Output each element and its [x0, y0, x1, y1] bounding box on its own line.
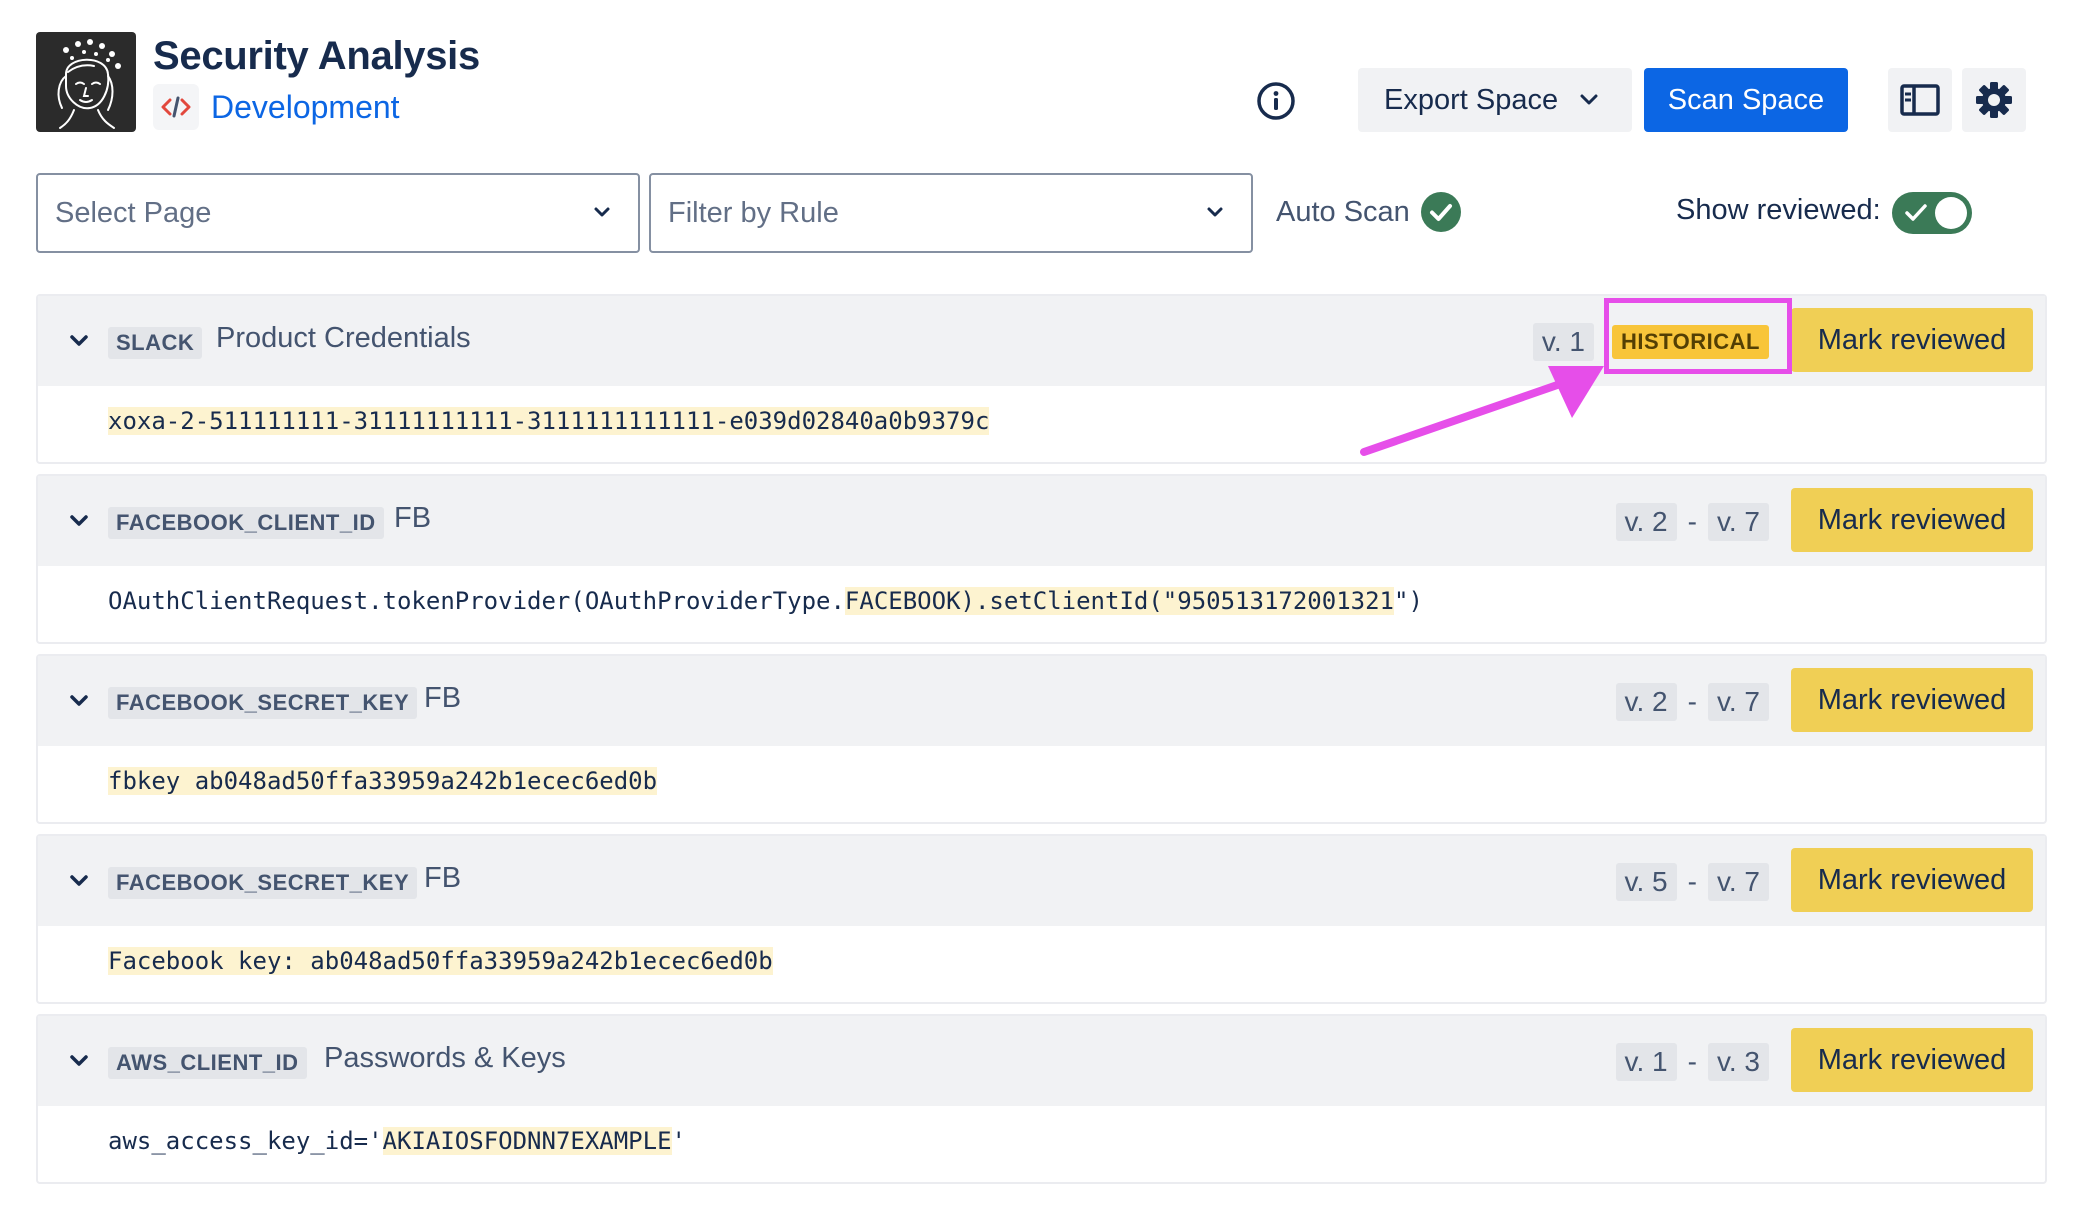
finding-card: FACEBOOK_SECRET_KEY FB v. 5 - v. 7 Mark …: [36, 834, 2047, 1004]
mark-reviewed-button[interactable]: Mark reviewed: [1791, 848, 2033, 912]
chevron-down-icon[interactable]: [64, 1046, 94, 1076]
version-range: v. 5 - v. 7: [1615, 862, 1769, 902]
rule-tag: FACEBOOK_CLIENT_ID: [108, 507, 384, 539]
auto-scan-status: Auto Scan: [1276, 190, 1462, 234]
app-logo: [36, 32, 136, 132]
toggle-knob: [1935, 197, 1967, 229]
code-snippet: OAuthClientRequest.tokenProvider(OAuthPr…: [108, 587, 1423, 615]
version-badge: v. 7: [1707, 503, 1769, 541]
filter-rule-placeholder: Filter by Rule: [668, 196, 839, 229]
version-badge: v. 7: [1707, 863, 1769, 901]
version-separator: -: [1687, 686, 1697, 717]
finding-card: FACEBOOK_SECRET_KEY FB v. 2 - v. 7 Mark …: [36, 654, 2047, 824]
finding-header[interactable]: AWS_CLIENT_ID Passwords & Keys v. 1 - v.…: [38, 1016, 2045, 1106]
highlight-box-annotation: [1604, 298, 1792, 374]
code-suffix: "): [1394, 587, 1423, 615]
code-suffix: ': [671, 1127, 686, 1155]
version-range: v. 2 - v. 7: [1615, 682, 1769, 722]
chevron-down-icon[interactable]: [64, 326, 94, 356]
chevron-down-icon[interactable]: [64, 686, 94, 716]
code-prefix: OAuthClientRequest.tokenProvider(OAuthPr…: [108, 587, 845, 615]
show-reviewed-label: Show reviewed:: [1676, 194, 1881, 226]
select-page-placeholder: Select Page: [55, 196, 212, 229]
secret-value: FACEBOOK).setClientId("950513172001321: [844, 587, 1394, 615]
mark-reviewed-button[interactable]: Mark reviewed: [1791, 488, 2033, 552]
page-title: Security Analysis: [153, 34, 480, 78]
info-icon: [1257, 82, 1295, 120]
chevron-down-icon: [592, 202, 612, 222]
finding-name: FB: [424, 682, 462, 714]
gear-icon: [1976, 82, 2012, 118]
mark-reviewed-button[interactable]: Mark reviewed: [1791, 668, 2033, 732]
chevron-down-icon: [1205, 202, 1225, 222]
chevron-down-icon[interactable]: [64, 866, 94, 896]
check-circle-icon: [1420, 191, 1462, 233]
woman-portrait-logo-icon: [57, 39, 121, 129]
settings-button[interactable]: [1962, 68, 2026, 132]
show-reviewed-toggle[interactable]: [1892, 192, 1972, 234]
version-badge: v. 2: [1615, 683, 1677, 721]
secret-value: AKIAIOSFODNN7EXAMPLE: [382, 1127, 672, 1155]
rule-tag: FACEBOOK_SECRET_KEY: [108, 687, 418, 719]
chevron-down-icon: [1580, 94, 1598, 106]
finding-card: AWS_CLIENT_ID Passwords & Keys v. 1 - v.…: [36, 1014, 2047, 1184]
code-icon: [153, 84, 199, 130]
version-range: v. 2 - v. 7: [1615, 502, 1769, 542]
version-range: v. 1 - v. 3: [1615, 1042, 1769, 1082]
version-badge: v. 1: [1615, 1043, 1677, 1081]
auto-scan-label: Auto Scan: [1276, 195, 1410, 228]
finding-name: Passwords & Keys: [324, 1042, 566, 1074]
layout-toggle-button[interactable]: [1888, 68, 1952, 132]
finding-header[interactable]: FACEBOOK_SECRET_KEY FB v. 5 - v. 7 Mark …: [38, 836, 2045, 926]
version-badge: v. 7: [1707, 683, 1769, 721]
export-space-button[interactable]: Export Space: [1358, 68, 1632, 132]
select-page-dropdown[interactable]: Select Page: [36, 173, 640, 253]
space-link[interactable]: Development: [211, 89, 400, 126]
chevron-down-icon[interactable]: [64, 506, 94, 536]
code-snippet: fbkey ab048ad50ffa33959a242b1ecec6ed0b: [108, 767, 658, 795]
mark-reviewed-button[interactable]: Mark reviewed: [1791, 308, 2033, 372]
rule-tag: FACEBOOK_SECRET_KEY: [108, 867, 418, 899]
rule-tag: SLACK: [108, 327, 203, 359]
finding-header[interactable]: FACEBOOK_SECRET_KEY FB v. 2 - v. 7 Mark …: [38, 656, 2045, 746]
version-badge: v. 2: [1615, 503, 1677, 541]
rule-tag: AWS_CLIENT_ID: [108, 1047, 307, 1079]
export-space-label: Export Space: [1384, 83, 1559, 116]
version-badge: v. 5: [1615, 863, 1677, 901]
version-badge: v. 1: [1532, 323, 1594, 361]
version-separator: -: [1687, 866, 1697, 897]
filter-rule-dropdown[interactable]: Filter by Rule: [649, 173, 1253, 253]
secret-value: Facebook key: ab048ad50ffa33959a242b1ece…: [108, 947, 773, 975]
mark-reviewed-button[interactable]: Mark reviewed: [1791, 1028, 2033, 1092]
code-snippet: xoxa-2-511111111-31111111111-31111111111…: [108, 407, 990, 435]
secret-value: xoxa-2-511111111-31111111111-31111111111…: [108, 407, 990, 435]
arrow-annotation-icon: [1360, 366, 1604, 456]
version-separator: -: [1687, 506, 1697, 537]
finding-card: FACEBOOK_CLIENT_ID FB v. 2 - v. 7 Mark r…: [36, 474, 2047, 644]
finding-name: FB: [394, 502, 432, 534]
finding-header[interactable]: FACEBOOK_CLIENT_ID FB v. 2 - v. 7 Mark r…: [38, 476, 2045, 566]
code-prefix: aws_access_key_id=': [108, 1127, 383, 1155]
code-snippet: aws_access_key_id='AKIAIOSFODNN7EXAMPLE': [108, 1127, 686, 1155]
finding-name: Product Credentials: [216, 322, 471, 354]
version-badge: v. 3: [1707, 1043, 1769, 1081]
finding-name: FB: [424, 862, 462, 894]
check-icon: [1904, 202, 1928, 224]
space-breadcrumb[interactable]: Development: [153, 84, 400, 130]
info-button[interactable]: [1254, 79, 1298, 123]
scan-space-button[interactable]: Scan Space: [1644, 68, 1848, 132]
version-separator: -: [1687, 1046, 1697, 1077]
panel-layout-icon: [1900, 84, 1940, 116]
code-snippet: Facebook key: ab048ad50ffa33959a242b1ece…: [108, 947, 773, 975]
secret-value: fbkey ab048ad50ffa33959a242b1ecec6ed0b: [108, 767, 658, 795]
